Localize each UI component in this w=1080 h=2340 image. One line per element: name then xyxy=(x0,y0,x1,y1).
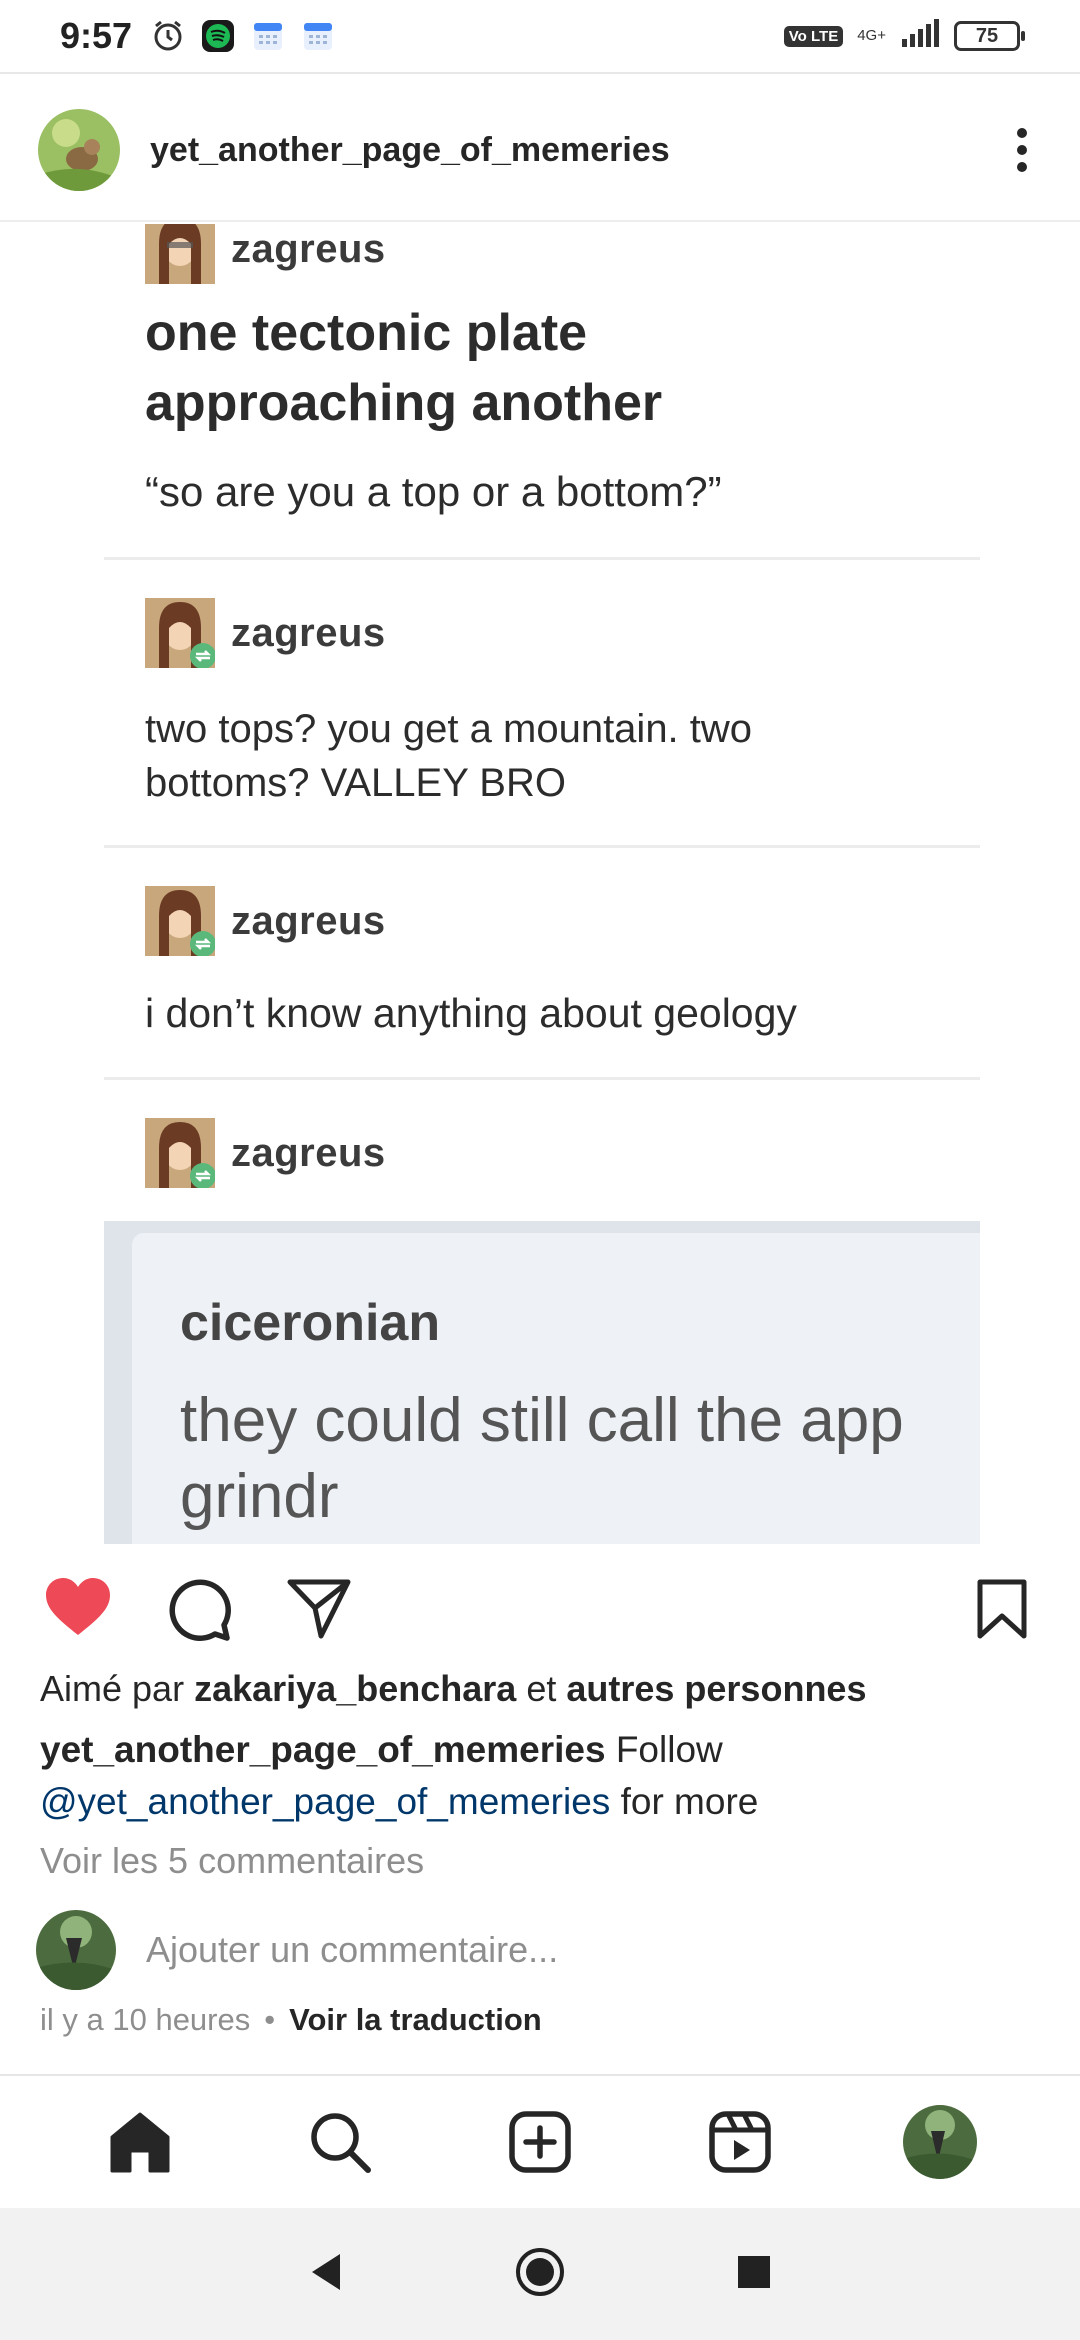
status-bar: 9:57 Vo LTE 4G+ 75 xyxy=(0,0,1080,72)
likes-prefix: Aimé par xyxy=(40,1668,185,1709)
calendar-icon xyxy=(300,18,336,54)
tumblr-username: zagreus xyxy=(231,226,386,271)
volte-badge: Vo LTE xyxy=(783,25,844,47)
home-circle-icon[interactable] xyxy=(514,2246,566,2303)
tumblr-post-text: i don’t know anything about geology xyxy=(145,990,797,1036)
quote-inner: ciceronian they could still call the app… xyxy=(132,1233,980,1544)
add-comment-input[interactable]: Ajouter un commentaire... xyxy=(146,1929,558,1971)
tumblr-user: zagreus xyxy=(145,598,386,669)
alarm-icon xyxy=(150,18,186,54)
calendar-icon xyxy=(250,18,286,54)
signal-icon xyxy=(900,18,940,54)
share-icon[interactable] xyxy=(284,1574,354,1644)
tumblr-avatar xyxy=(145,224,215,284)
home-icon[interactable] xyxy=(100,2102,180,2182)
tumblr-user: zagreus xyxy=(145,886,386,957)
tumblr-post-subtext: “so are you a top or a bottom?” xyxy=(145,468,722,515)
more-options-icon[interactable] xyxy=(1002,120,1042,180)
tumblr-post-text: one tectonic plate approaching another xyxy=(145,304,663,432)
likes-others[interactable]: autres personnes xyxy=(566,1668,866,1709)
post-image[interactable]: zagreus one tectonic plate approaching a… xyxy=(0,224,1080,1544)
caption-mention[interactable]: @yet_another_page_of_memeries xyxy=(40,1781,610,1822)
likes-summary[interactable]: Aimé par zakariya_benchara et autres per… xyxy=(40,1668,866,1710)
caption-text: for more xyxy=(620,1781,759,1822)
author-avatar[interactable] xyxy=(38,109,120,191)
status-right: Vo LTE 4G+ 75 xyxy=(783,18,1025,54)
bookmark-icon[interactable] xyxy=(972,1574,1032,1644)
translate-link[interactable]: Voir la traduction xyxy=(289,2002,542,2038)
heart-icon[interactable] xyxy=(40,1574,116,1640)
comment-icon[interactable] xyxy=(164,1574,234,1644)
post-meta: il y a 10 heures • Voir la traduction xyxy=(40,2002,542,2038)
author-username[interactable]: yet_another_page_of_memeries xyxy=(150,131,670,170)
tumblr-username: zagreus xyxy=(231,610,386,655)
tumblr-user: zagreus xyxy=(145,1118,386,1189)
create-icon[interactable] xyxy=(500,2102,580,2182)
tumblr-username: zagreus xyxy=(231,1130,386,1175)
quote-box: ciceronian they could still call the app… xyxy=(104,1221,980,1544)
caption: yet_another_page_of_memeries Follow @yet… xyxy=(40,1724,1040,1828)
separator xyxy=(104,845,980,848)
profile-icon[interactable] xyxy=(900,2102,980,2182)
network-type: 4G+ xyxy=(857,27,886,44)
meta-separator: • xyxy=(264,2002,276,2037)
battery-icon: 75 xyxy=(954,21,1025,51)
tumblr-avatar xyxy=(145,886,216,957)
reels-icon[interactable] xyxy=(700,2102,780,2182)
post-header: yet_another_page_of_memeries xyxy=(0,80,1080,222)
separator xyxy=(104,1077,980,1080)
liker-username[interactable]: zakariya_benchara xyxy=(194,1668,516,1709)
tumblr-username: zagreus xyxy=(231,898,386,943)
bottom-nav xyxy=(0,2074,1080,2208)
caption-text: Follow xyxy=(615,1729,723,1770)
add-comment-row[interactable]: Ajouter un commentaire... xyxy=(36,1910,558,1990)
spotify-icon xyxy=(200,18,236,54)
caption-username[interactable]: yet_another_page_of_memeries xyxy=(40,1729,606,1770)
view-comments-link[interactable]: Voir les 5 commentaires xyxy=(40,1840,424,1882)
action-bar xyxy=(0,1550,1080,1660)
tumblr-user: zagreus xyxy=(145,224,386,284)
user-avatar xyxy=(36,1910,116,1990)
tumblr-avatar xyxy=(145,598,216,669)
divider xyxy=(0,72,1080,74)
quote-username: ciceronian xyxy=(180,1294,441,1352)
system-nav-bar xyxy=(0,2208,1080,2340)
recents-icon[interactable] xyxy=(736,2254,772,2295)
tumblr-avatar xyxy=(145,1118,216,1189)
back-icon[interactable] xyxy=(308,2252,344,2297)
tumblr-post-text: two tops? you get a mountain. two bottom… xyxy=(145,707,753,805)
post-time: il y a 10 heures xyxy=(40,2002,251,2037)
likes-connector: et xyxy=(526,1668,557,1709)
quote-text: they could still call the app grindr xyxy=(180,1386,904,1531)
search-icon[interactable] xyxy=(300,2102,380,2182)
separator xyxy=(104,557,980,560)
status-time: 9:57 xyxy=(60,15,133,56)
